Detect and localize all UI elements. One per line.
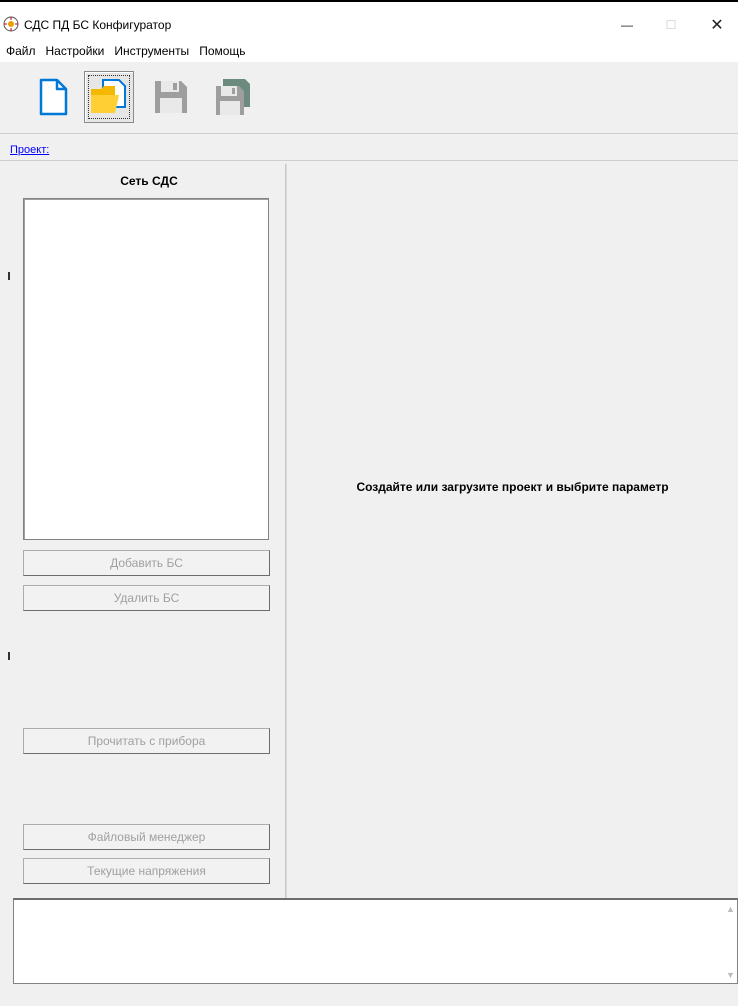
menu-bar: Файл Настройки Инструменты Помощь	[0, 40, 738, 62]
placeholder-message: Создайте или загрузите проект и выбрите …	[356, 480, 669, 494]
log-scrollbar[interactable]: ▲ ▼	[724, 900, 737, 983]
current-voltages-button[interactable]: Текущие напряжения	[23, 858, 270, 884]
close-button[interactable]: ✕	[696, 10, 738, 40]
remove-bs-button[interactable]: Удалить БС	[23, 585, 270, 611]
toolbar	[0, 64, 738, 134]
app-logo-icon	[3, 16, 19, 32]
title-bar[interactable]: СДС ПД БС Конфигуратор — ☐ ✕	[0, 10, 738, 40]
save-as-icon	[216, 79, 250, 115]
network-panel-title: Сеть СДС	[120, 174, 178, 188]
menu-tools[interactable]: Инструменты	[109, 40, 194, 62]
menu-help[interactable]: Помощь	[194, 40, 250, 62]
parameter-area: Создайте или загрузите проект и выбрите …	[287, 164, 738, 898]
scroll-down-icon[interactable]: ▼	[726, 970, 735, 980]
new-project-button[interactable]	[28, 71, 78, 123]
edge-mark	[8, 272, 10, 280]
network-panel: Сеть СДС Добавить БС Удалить БС Прочитат…	[13, 164, 285, 898]
edge-mark	[8, 652, 10, 660]
close-icon: ✕	[710, 17, 724, 34]
save-as-button[interactable]	[208, 71, 258, 123]
file-manager-button[interactable]: Файловый менеджер	[23, 824, 270, 850]
app-window: СДС ПД БС Конфигуратор — ☐ ✕ Файл Настро…	[0, 0, 738, 1006]
new-file-icon	[39, 78, 68, 116]
log-textbox[interactable]: ▲ ▼	[13, 898, 738, 984]
minimize-button[interactable]: —	[606, 10, 648, 40]
menu-file[interactable]: Файл	[1, 40, 41, 62]
project-link[interactable]: Проект:	[10, 144, 49, 156]
window-left-edge	[0, 162, 13, 984]
network-tree[interactable]	[23, 198, 269, 540]
divider	[0, 160, 738, 161]
minimize-icon: —	[621, 18, 633, 32]
save-icon	[155, 81, 187, 113]
window-title: СДС ПД БС Конфигуратор	[24, 18, 172, 32]
read-device-button[interactable]: Прочитать с прибора	[23, 728, 270, 754]
add-bs-button[interactable]: Добавить БС	[23, 550, 270, 576]
save-project-button[interactable]	[146, 71, 196, 123]
open-project-button[interactable]	[84, 71, 134, 123]
menu-settings[interactable]: Настройки	[41, 40, 110, 62]
window-top-border	[0, 0, 738, 10]
maximize-icon: ☐	[665, 18, 677, 32]
status-bar	[0, 984, 738, 1006]
scroll-up-icon[interactable]: ▲	[726, 904, 735, 914]
maximize-button[interactable]: ☐	[650, 10, 692, 40]
